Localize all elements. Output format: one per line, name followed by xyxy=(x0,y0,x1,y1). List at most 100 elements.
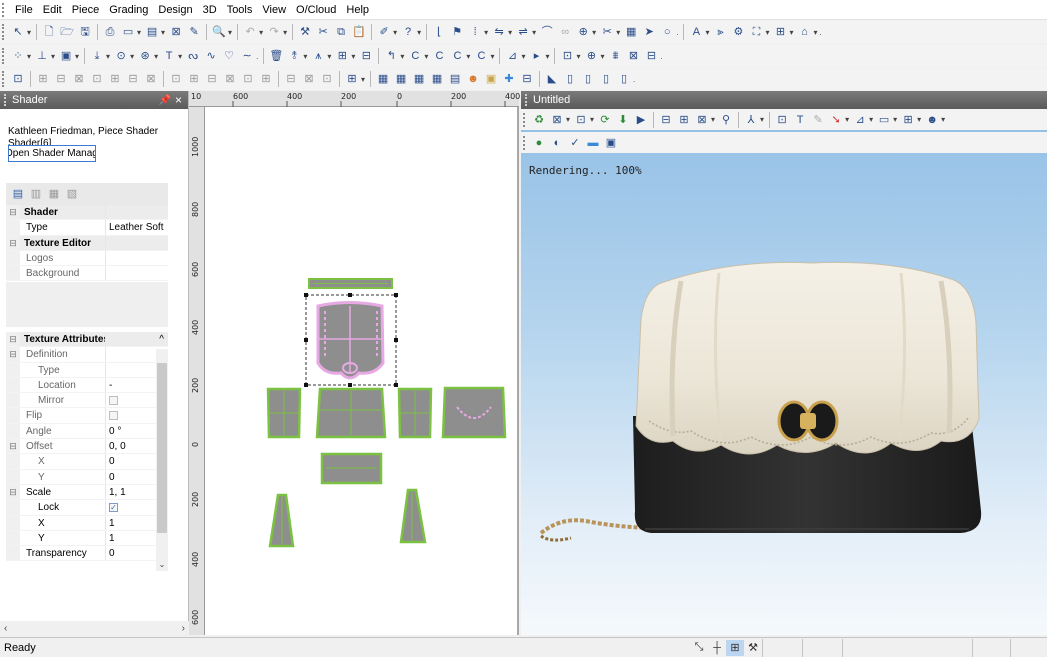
print-icon[interactable]: ⎙ xyxy=(102,24,118,40)
select-dropdown[interactable]: ▾ xyxy=(27,28,31,37)
link-icon[interactable]: ∞ xyxy=(557,24,573,40)
curve-c3-icon[interactable]: C xyxy=(449,48,465,64)
image-icon[interactable]: ▣ xyxy=(483,71,499,87)
fold-icon[interactable]: ⊞ xyxy=(334,48,350,64)
text-bold-dropdown[interactable]: ▾ xyxy=(178,52,182,61)
property-category-texture-attributes[interactable]: ⊟ Texture Attributes ^ xyxy=(6,332,168,348)
toolbar-overflow[interactable]: . xyxy=(256,52,258,61)
menu-piece[interactable]: Piece xyxy=(67,0,105,20)
pattern-icon[interactable]: ✐ xyxy=(376,24,392,40)
paste-icon[interactable]: 📋 xyxy=(351,24,367,40)
block-dropdown[interactable]: ▾ xyxy=(75,52,79,61)
categorized-icon[interactable]: ▤ xyxy=(10,186,26,202)
toolbar-overflow[interactable]: . xyxy=(820,28,822,37)
chart-icon[interactable]: ◣ xyxy=(544,71,560,87)
menu-tools[interactable]: Tools xyxy=(222,0,258,20)
stitch-icon[interactable]: ᔓ xyxy=(185,48,201,64)
zoom-icon[interactable]: 🔍 xyxy=(211,24,227,40)
snap-angle-icon[interactable]: ⚒ xyxy=(744,640,762,656)
collapse-icon[interactable]: ⊟ xyxy=(6,205,20,220)
seam-icon[interactable]: ⩚ xyxy=(310,48,326,64)
property-row-logos[interactable]: Logos xyxy=(6,250,168,267)
property-row-offset[interactable]: ⊟ Offset 0, 0 xyxy=(6,439,168,455)
pattern-piece-tab-left[interactable] xyxy=(268,493,295,548)
sew-icon[interactable]: ⚙ xyxy=(730,24,746,40)
fold-dropdown[interactable]: ▾ xyxy=(351,52,355,61)
measure-icon[interactable]: ⇋ xyxy=(491,24,507,40)
wave-icon[interactable]: ∼ xyxy=(239,48,255,64)
fabric-icon[interactable]: ⛶ xyxy=(748,24,764,40)
pattern-piece-gusset[interactable] xyxy=(320,452,383,485)
block-icon[interactable]: ▣ xyxy=(58,48,74,64)
add-point-dropdown[interactable]: ▾ xyxy=(592,28,596,37)
menu-grip[interactable] xyxy=(2,2,6,17)
save-icon[interactable]: 🖫 xyxy=(77,24,93,40)
view-q-dropdown[interactable]: ▾ xyxy=(361,75,365,84)
window-dropdown[interactable]: ▾ xyxy=(576,52,580,61)
pattern-canvas[interactable] xyxy=(189,91,519,635)
pattern-piece-tab-right[interactable] xyxy=(399,488,427,544)
pattern-piece-side-right[interactable] xyxy=(397,387,433,439)
point-dropdown[interactable]: ▾ xyxy=(51,52,55,61)
text-dropdown[interactable]: ▾ xyxy=(705,28,709,37)
plot-icon[interactable]: ▭ xyxy=(120,24,136,40)
property-row-definition[interactable]: ⊟ Definition xyxy=(6,347,168,363)
menu-ocloud[interactable]: O/Cloud xyxy=(291,0,341,20)
scroll-right-arrow[interactable]: › xyxy=(182,623,185,634)
close-window-icon[interactable]: ⊠ xyxy=(168,24,184,40)
logos-value[interactable] xyxy=(106,251,168,265)
copy-icon[interactable]: ⧉ xyxy=(333,24,349,40)
scroll-up-arrow[interactable]: ^ xyxy=(106,332,168,346)
user-icon[interactable]: ☻ xyxy=(465,71,481,87)
pin-icon[interactable]: 📌 xyxy=(159,95,171,106)
property-category-texture-editor[interactable]: ⊟ Texture Editor xyxy=(6,235,168,251)
page-d-icon[interactable]: ▯ xyxy=(616,71,632,87)
collapse-icon[interactable]: ⊟ xyxy=(6,484,20,500)
menu-help[interactable]: Help xyxy=(341,0,374,20)
curve-c2-icon[interactable]: C xyxy=(431,48,447,64)
property-row-type[interactable]: Type Leather Soft xyxy=(6,220,168,236)
view-o-icon[interactable]: ⊠ xyxy=(301,71,317,87)
pattern-piece-side-left[interactable] xyxy=(266,387,302,439)
button-tool-icon[interactable]: ⊛ xyxy=(137,48,153,64)
view-q-icon[interactable]: ⊞ xyxy=(344,71,360,87)
cursor-icon[interactable]: ➤ xyxy=(641,24,657,40)
text-bold-icon[interactable]: T xyxy=(161,48,177,64)
curve-edit-icon[interactable]: ↰ xyxy=(383,48,399,64)
snap-grid-icon[interactable]: ⊞ xyxy=(726,639,744,656)
piece-dropdown[interactable]: ▾ xyxy=(789,28,793,37)
view-e-icon[interactable]: ⊞ xyxy=(107,71,123,87)
snap-point-icon[interactable]: ⤡ xyxy=(690,640,708,656)
line-tool-icon[interactable]: ⌊ xyxy=(431,24,447,40)
curve-c3-dropdown[interactable]: ▾ xyxy=(466,52,470,61)
page-c-icon[interactable]: ▯ xyxy=(598,71,614,87)
point-icon[interactable]: ⊥ xyxy=(34,48,50,64)
redo-icon[interactable]: ↷ xyxy=(266,24,282,40)
table-grid-icon[interactable]: ▦ xyxy=(411,71,427,87)
pattern-piece-strap[interactable] xyxy=(308,278,393,289)
panel-grip[interactable] xyxy=(4,94,7,106)
bin-icon[interactable]: 🗑 xyxy=(268,48,284,64)
page-a-icon[interactable]: ▯ xyxy=(562,71,578,87)
plotter-icon[interactable]: ⊟ xyxy=(644,48,660,64)
menu-3d[interactable]: 3D xyxy=(198,0,222,20)
curve-c-icon[interactable]: C xyxy=(407,48,423,64)
zoom-dropdown[interactable]: ▾ xyxy=(228,28,232,37)
pattern-piece-back-body[interactable] xyxy=(441,386,507,439)
tools-icon[interactable]: ⚒ xyxy=(297,24,313,40)
curve-icon[interactable]: ⌒ xyxy=(539,24,555,40)
open-shader-manager-field[interactable]: Open Shader Manager xyxy=(8,145,96,162)
menu-view[interactable]: View xyxy=(257,0,291,20)
measure-dropdown[interactable]: ▾ xyxy=(508,28,512,37)
add-point-icon[interactable]: ⊕ xyxy=(575,24,591,40)
help-dropdown[interactable]: ▾ xyxy=(417,28,421,37)
piece-icon[interactable]: ⊞ xyxy=(772,24,788,40)
view-p-icon[interactable]: ⊡ xyxy=(319,71,335,87)
pattern-2d-view[interactable]: 10 600 400 200 0 200 400 1000 800 600 40… xyxy=(189,91,520,635)
curve-c-dropdown[interactable]: ▾ xyxy=(424,52,428,61)
measure-alt-dropdown[interactable]: ▾ xyxy=(532,28,536,37)
scissors-tool-icon[interactable]: ✂ xyxy=(599,24,615,40)
view-b-icon[interactable]: ⊟ xyxy=(53,71,69,87)
property-row-scale-y[interactable]: Y 1 xyxy=(6,530,168,547)
property-pages-icon[interactable]: ▦ xyxy=(46,186,62,202)
